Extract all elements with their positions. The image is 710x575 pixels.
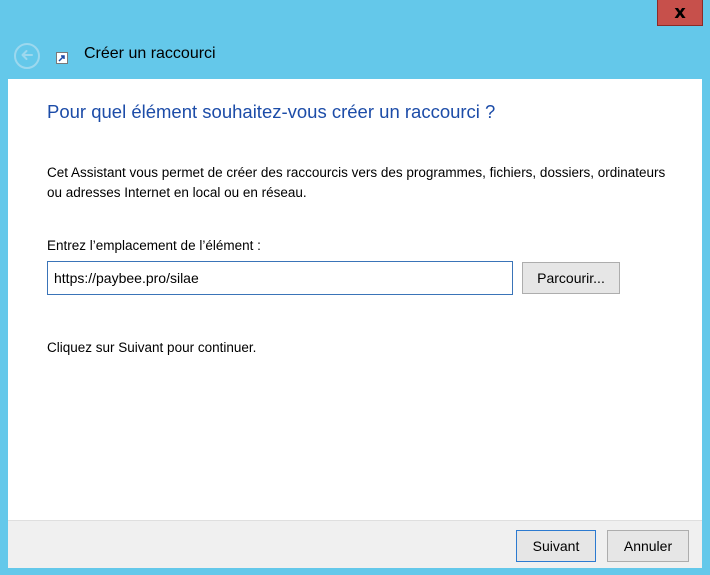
page-title: Pour quel élément souhaitez-vous créer u… [47,101,496,122]
wizard-description: Cet Assistant vous permet de créer des r… [47,165,666,200]
wizard-content: Pour quel élément souhaitez-vous créer u… [8,79,702,568]
close-button[interactable]: x [657,0,703,26]
back-button[interactable] [14,43,40,69]
next-button[interactable]: Suivant [516,530,596,562]
location-label: Entrez l’emplacement de l’élément : [47,238,261,253]
browse-button[interactable]: Parcourir... [522,262,620,294]
back-arrow-icon [20,48,34,65]
location-input[interactable] [47,261,513,295]
shortcut-icon [56,52,68,64]
window-title: Créer un raccourci [84,45,216,62]
close-icon: x [674,2,686,23]
cancel-button[interactable]: Annuler [607,530,689,562]
shortcut-wizard-window: x Créer un raccourci Pour quel élément s… [0,0,710,575]
continue-hint: Cliquez sur Suivant pour continuer. [47,340,257,355]
wizard-footer [8,520,702,568]
